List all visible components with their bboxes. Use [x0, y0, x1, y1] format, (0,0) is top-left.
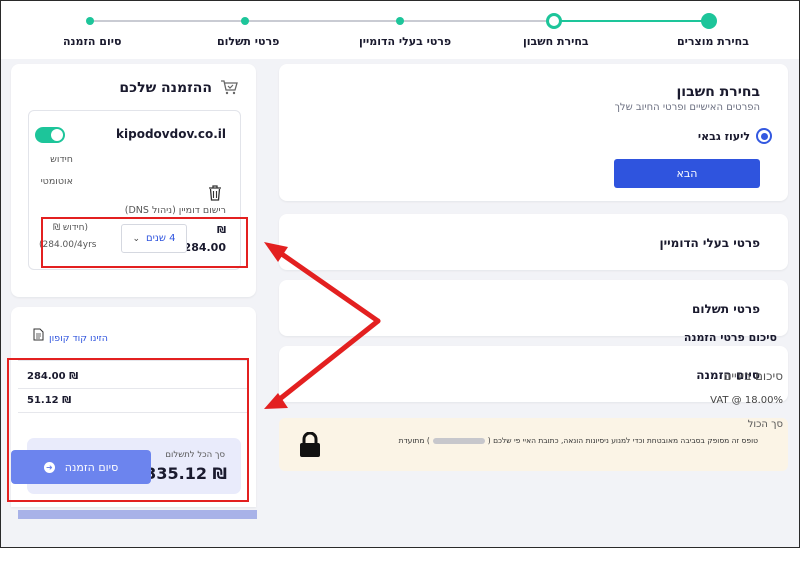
checkout-stepper: בחירת מוצרים בחירת חשבון פרטי בעלי הדומי… [1, 1, 799, 59]
section-payment[interactable]: פרטי תשלום [279, 280, 788, 336]
radio-selected-icon[interactable] [756, 128, 772, 144]
step-dot-products[interactable] [701, 13, 717, 29]
next-button[interactable]: הבא [614, 159, 760, 188]
domain-name: kipodovdov.co.il [116, 127, 226, 141]
account-subtitle: הפרטים האישיים ופרטי החיוב שלך [614, 102, 760, 113]
annotation-box-price [41, 217, 248, 268]
section-payment-title[interactable]: פרטי תשלום [692, 302, 760, 316]
summary-title: סיכום פרטי הזמנה [683, 331, 777, 344]
stepper-track [89, 20, 547, 22]
bottom-strip [0, 548, 800, 565]
lock-icon [300, 432, 320, 457]
security-notice: טופס זה מסופק בסביבה מאובטחת וכדי למנוע … [279, 418, 788, 471]
step-dot-account[interactable] [546, 13, 562, 29]
step-label-payment[interactable]: פרטי תשלום [217, 35, 279, 48]
annotation-box-summary [7, 358, 249, 502]
step-label-products[interactable]: בחירת מוצרים [677, 35, 749, 48]
order-title: ההזמנה שלכם [119, 80, 212, 96]
section-owners-title[interactable]: פרטי בעלי הדומיין [659, 236, 760, 250]
subtotal-label: סיכום ביניים [723, 369, 783, 383]
security-notice-text: טופס זה מסופק בסביבה מאובטחת וכדי למנוע … [398, 436, 758, 445]
step-dot-finish[interactable] [86, 17, 94, 25]
trash-icon[interactable] [208, 185, 222, 201]
section-owners[interactable]: פרטי בעלי הדומיין [279, 214, 788, 270]
step-dot-owners[interactable] [396, 17, 404, 25]
document-icon[interactable] [33, 328, 44, 341]
step-label-finish[interactable]: סיום הזמנה [63, 35, 121, 48]
bottom-progress-bar [18, 510, 257, 519]
auto-renew-label: חידוש אוטומטי [40, 154, 73, 187]
section-finish[interactable]: סיום הזמנה [279, 346, 788, 402]
auto-renew-toggle[interactable] [35, 127, 65, 143]
step-label-account[interactable]: בחירת חשבון [523, 35, 589, 48]
redacted-ip [432, 438, 485, 444]
page-frame: בחירת מוצרים בחירת חשבון פרטי בעלי הדומי… [0, 0, 800, 548]
account-title: בחירת חשבון [676, 84, 760, 100]
coupon-link[interactable]: הזינו קוד קופון [49, 333, 108, 344]
total-label: סך הכול [747, 419, 783, 430]
account-panel: בחירת חשבון הפרטים האישיים ופרטי החיוב ש… [279, 64, 788, 201]
account-option-label[interactable]: ליעוז גבאי [698, 130, 750, 143]
step-dot-payment[interactable] [241, 17, 249, 25]
cart-icon [221, 80, 238, 95]
registration-label: רישום דומיין (ניהול DNS) [124, 205, 226, 216]
account-option[interactable]: ליעוז גבאי [698, 128, 772, 144]
stepper-progress [553, 20, 709, 22]
step-label-owners[interactable]: פרטי בעלי הדומיין [359, 35, 451, 48]
vat-label: VAT @ 18.00% [710, 395, 783, 406]
